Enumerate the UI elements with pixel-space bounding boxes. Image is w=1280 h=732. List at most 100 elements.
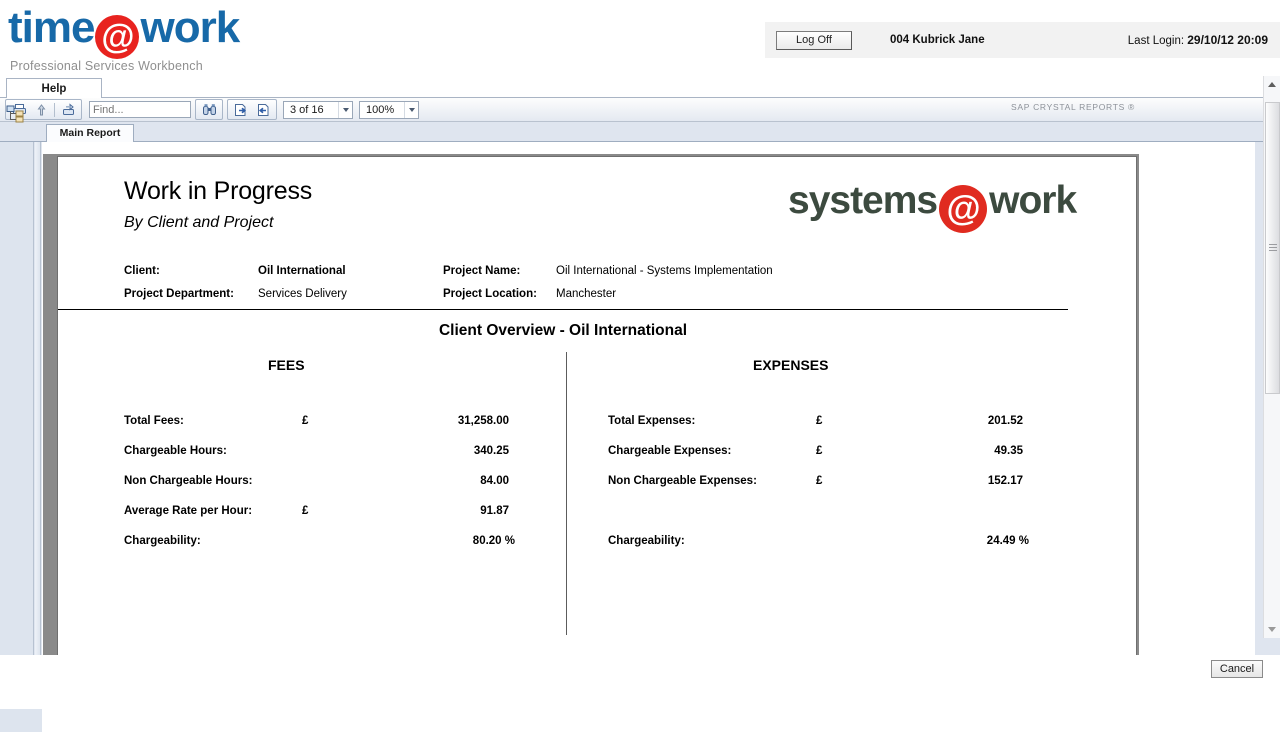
meta-row: Client: Oil International Project Name: … bbox=[58, 265, 1136, 288]
project-name-value: Oil International - Systems Implementati… bbox=[556, 265, 773, 277]
logo-text-work: work bbox=[989, 179, 1077, 222]
fees-row-value: 91.87 bbox=[480, 505, 509, 517]
expenses-row-value: 152.17 bbox=[987, 475, 1023, 487]
report-meta: Client: Oil International Project Name: … bbox=[58, 265, 1136, 311]
logo-at-icon: @ bbox=[939, 185, 988, 233]
expenses-row-currency: £ bbox=[816, 445, 823, 457]
report-canvas: Work in Progress By Client and Project s… bbox=[42, 142, 1255, 655]
fees-row-label: Total Fees: bbox=[124, 415, 184, 427]
project-department-value: Services Delivery bbox=[258, 288, 347, 300]
last-login: Last Login: 29/10/12 20:09 bbox=[1128, 33, 1268, 47]
viewer-bottom-area bbox=[42, 709, 1255, 732]
brand-text-time: time bbox=[8, 3, 95, 52]
report-page: Work in Progress By Client and Project s… bbox=[57, 156, 1137, 655]
expenses-row-value: 201.52 bbox=[987, 415, 1023, 427]
brand-at-icon: @ bbox=[95, 15, 140, 59]
find-binoculars-icon[interactable] bbox=[198, 101, 220, 119]
brand-tagline: Professional Services Workbench bbox=[10, 59, 203, 73]
fees-row-currency: £ bbox=[302, 505, 309, 517]
client-value: Oil International bbox=[258, 265, 346, 277]
export-up-icon[interactable] bbox=[30, 101, 52, 119]
chevron-down-icon[interactable] bbox=[404, 101, 418, 118]
report-toolbar: 3 of 16 100% SAP CRYSTAL REPORTS ® bbox=[0, 98, 1280, 122]
brand-wordmark: time @ work bbox=[8, 2, 240, 59]
client-label: Client: bbox=[124, 265, 160, 277]
tab-help[interactable]: Help bbox=[6, 78, 102, 99]
expenses-row: Chargeable Expenses: £ 49.35 bbox=[608, 445, 1028, 475]
meta-row: Project Department: Services Delivery Pr… bbox=[58, 288, 1136, 311]
page-number-select[interactable]: 3 of 16 bbox=[283, 100, 353, 119]
project-location-label: Project Location: bbox=[443, 288, 537, 300]
expenses-row-value: 49.35 bbox=[994, 445, 1023, 457]
last-login-value: 29/10/12 20:09 bbox=[1187, 33, 1268, 47]
crystal-reports-branding: SAP CRYSTAL REPORTS ® bbox=[1011, 102, 1135, 112]
viewer-tabstrip: Help bbox=[0, 76, 1280, 99]
expenses-row: Total Expenses: £ 201.52 bbox=[608, 415, 1028, 445]
client-overview-title: Client Overview - Oil International bbox=[438, 322, 688, 339]
expenses-section-heading: EXPENSES bbox=[753, 357, 829, 373]
tab-main-report[interactable]: Main Report bbox=[46, 124, 134, 143]
project-department-label: Project Department: bbox=[124, 288, 234, 300]
expenses-row-label: Non Chargeable Expenses: bbox=[608, 475, 757, 487]
group-tree-icon[interactable] bbox=[6, 104, 26, 124]
previous-page-icon[interactable] bbox=[252, 101, 274, 119]
fees-row: Non Chargeable Hours: 84.00 bbox=[124, 475, 524, 505]
fees-row-value: 84.00 bbox=[480, 475, 509, 487]
brand-logo: time @ work Professional Services Workbenc… bbox=[8, 2, 240, 73]
fees-row-value: 80.20 % bbox=[472, 535, 515, 547]
project-name-label: Project Name: bbox=[443, 265, 521, 277]
fees-section-heading: FEES bbox=[268, 357, 305, 373]
page-footer: Cancel bbox=[0, 656, 1280, 685]
log-off-button[interactable]: Log Off bbox=[776, 30, 852, 50]
logo-text-systems: systems bbox=[788, 179, 938, 222]
last-login-label: Last Login: bbox=[1127, 35, 1185, 47]
viewer-body: Work in Progress By Client and Project s… bbox=[0, 105, 1280, 655]
toolbar-group-find bbox=[195, 99, 223, 120]
expenses-row-label: Total Expenses: bbox=[608, 415, 696, 427]
scroll-down-icon[interactable] bbox=[1264, 621, 1280, 638]
expenses-row: Non Chargeable Expenses: £ 152.17 bbox=[608, 475, 1028, 505]
report-tab-strip: Main Report bbox=[0, 122, 1280, 143]
fees-row-label: Chargeability: bbox=[124, 535, 201, 547]
fees-row-label: Chargeable Hours: bbox=[124, 445, 227, 457]
systems-at-work-logo: systems @ work bbox=[788, 179, 1077, 233]
project-location-value: Manchester bbox=[556, 288, 617, 300]
chevron-down-icon[interactable] bbox=[338, 101, 352, 118]
cancel-button[interactable]: Cancel bbox=[1211, 660, 1263, 678]
next-page-icon[interactable] bbox=[230, 101, 252, 119]
report-subtitle: By Client and Project bbox=[124, 214, 274, 231]
toolbar-group-navigation bbox=[227, 99, 277, 120]
find-input[interactable] bbox=[89, 101, 191, 118]
current-user-label: 004 Kubrick Jane bbox=[890, 34, 985, 46]
expenses-row-value: 24.49 % bbox=[986, 535, 1029, 547]
zoom-level-label: 100% bbox=[366, 103, 395, 116]
zoom-select[interactable]: 100% bbox=[359, 100, 419, 119]
group-tree-panel bbox=[0, 105, 34, 655]
expenses-row-currency: £ bbox=[816, 475, 823, 487]
fees-row: Chargeable Hours: 340.25 bbox=[124, 445, 524, 475]
fees-row-value: 31,258.00 bbox=[457, 415, 509, 427]
fees-row: Total Fees: £ 31,258.00 bbox=[124, 415, 524, 445]
app-header: time @ work Professional Services Workbenc… bbox=[0, 0, 1280, 76]
expenses-row-label: Chargeability: bbox=[608, 535, 685, 547]
page-indicator-label: 3 of 16 bbox=[290, 103, 324, 116]
page-scrollbar[interactable] bbox=[1263, 76, 1280, 638]
fees-row-value: 340.25 bbox=[473, 445, 509, 457]
panel-splitter[interactable] bbox=[35, 142, 41, 655]
scroll-up-icon[interactable] bbox=[1264, 76, 1280, 93]
brand-text-work: work bbox=[140, 3, 240, 52]
viewer-bottom-left bbox=[0, 709, 42, 732]
expenses-row: Chargeability: 24.49 % bbox=[608, 535, 1029, 565]
expenses-row-currency: £ bbox=[816, 415, 823, 427]
fees-row-label: Average Rate per Hour: bbox=[124, 505, 253, 517]
crystal-report-viewer: Help Find... 3 of 16 100% SAP CRYSTAL RE… bbox=[0, 76, 1280, 732]
fees-row-label: Non Chargeable Hours: bbox=[124, 475, 253, 487]
fees-row: Average Rate per Hour: £ 91.87 bbox=[124, 505, 524, 535]
report-title: Work in Progress bbox=[124, 177, 313, 205]
login-bar: Log Off 004 Kubrick Jane Last Login: 29/… bbox=[765, 22, 1280, 58]
export-icon[interactable] bbox=[57, 101, 79, 119]
horizontal-rule bbox=[58, 309, 1068, 310]
scrollbar-thumb[interactable] bbox=[1265, 102, 1280, 394]
toolbar-separator bbox=[54, 102, 55, 117]
expenses-row-label: Chargeable Expenses: bbox=[608, 445, 732, 457]
